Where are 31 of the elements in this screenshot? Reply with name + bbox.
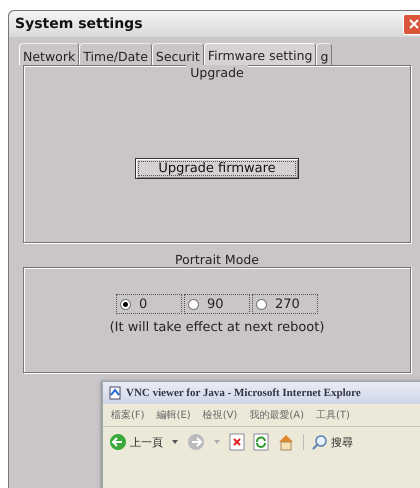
note-text: (It will take effect at next reboot)	[110, 320, 324, 335]
menu-item[interactable]: 編輯(E)	[156, 408, 191, 422]
radio-button[interactable]	[256, 298, 267, 310]
page-icon	[108, 386, 122, 400]
menu-item[interactable]: 檔案(F)	[111, 408, 145, 422]
menu-item[interactable]: 我的最愛(A)	[249, 408, 304, 422]
back-button[interactable]: 上一頁	[109, 433, 163, 451]
home-icon[interactable]	[277, 433, 295, 451]
radio-option[interactable]: 270	[252, 294, 318, 314]
radio-option[interactable]: 90	[184, 294, 250, 314]
radio-button[interactable]	[120, 298, 131, 310]
group-title: Upgrade	[186, 65, 248, 80]
radio-option[interactable]: 0	[116, 294, 182, 314]
tab[interactable]: g	[316, 43, 332, 65]
upgrade-button[interactable]: Upgrade firmware	[135, 158, 299, 179]
search-button[interactable]: 搜尋	[303, 434, 353, 450]
search-icon	[312, 434, 328, 450]
tab[interactable]: Firmware setting	[204, 43, 316, 65]
refresh-icon[interactable]	[253, 433, 269, 451]
radio-button[interactable]	[188, 298, 199, 310]
stop-icon[interactable]	[229, 433, 245, 451]
tab[interactable]: Network	[19, 43, 80, 65]
browser-title: VNC viewer for Java - Microsoft Internet Explore	[126, 387, 361, 399]
dropdown-icon[interactable]	[171, 439, 179, 445]
menu-item[interactable]: 工具(T)	[316, 408, 350, 422]
menu-item[interactable]: 檢視(V)	[202, 408, 238, 422]
close-button[interactable]	[403, 14, 420, 34]
tab[interactable]: Securit	[152, 43, 204, 65]
tab[interactable]: Time/Date	[79, 43, 152, 65]
close-icon	[408, 18, 420, 30]
window-title: System settings	[15, 16, 144, 32]
